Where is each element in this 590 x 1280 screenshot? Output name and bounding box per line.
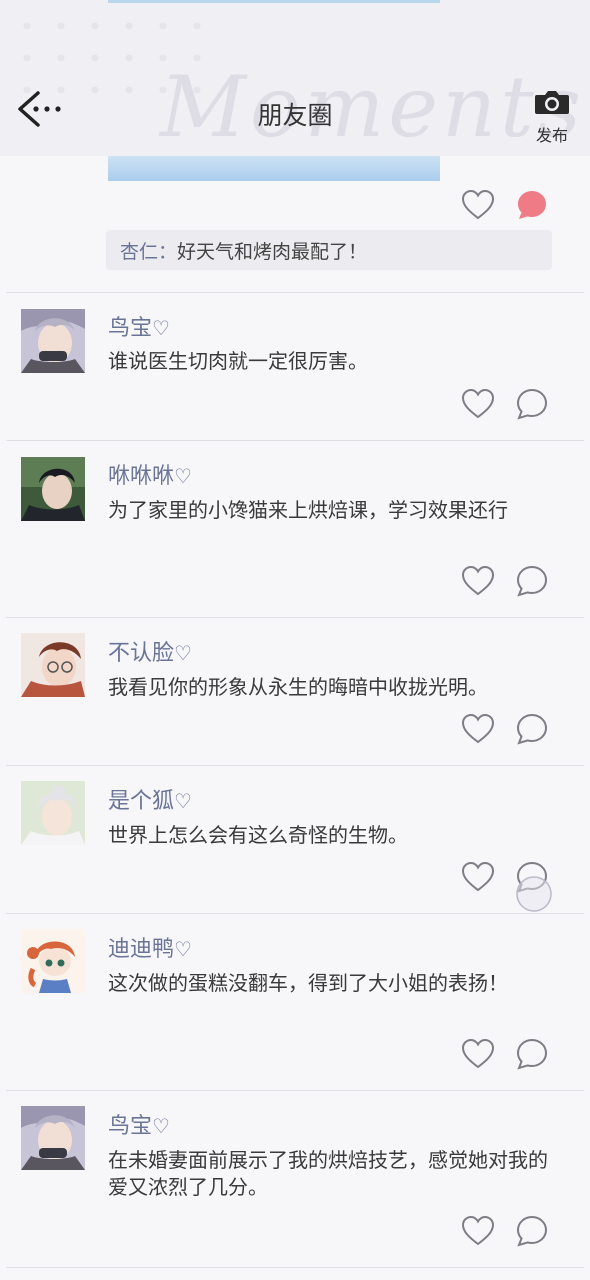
moment-post: 鸟宝♡ 在未婚妻面前展示了我的烘焙技艺，感觉她对我的爱又浓烈了几分。 — [6, 1090, 584, 1267]
comment-bubble-icon[interactable] — [514, 1213, 550, 1249]
post-author[interactable]: 是个狐♡ — [108, 783, 192, 815]
post-actions — [460, 187, 580, 227]
author-heart-symbol: ♡ — [152, 316, 170, 340]
author-name: 咻咻咻 — [108, 464, 175, 489]
post-actions — [460, 386, 580, 426]
author-name: 是个狐 — [108, 789, 175, 814]
author-heart-symbol: ♡ — [152, 1114, 170, 1138]
avatar[interactable] — [21, 309, 85, 373]
reply-author[interactable]: 杏仁 — [120, 241, 158, 263]
camera-icon — [535, 91, 569, 114]
comment-bubble-icon[interactable] — [514, 711, 550, 747]
comment-bubble-icon[interactable] — [514, 386, 550, 422]
avatar[interactable] — [21, 929, 85, 993]
avatar-silver-hair-man-image — [21, 1106, 85, 1170]
publish-button[interactable]: 发布 — [532, 88, 572, 146]
touch-indicator-icon — [516, 876, 552, 912]
comment-bubble-icon-active[interactable] — [514, 187, 550, 223]
like-heart-icon[interactable] — [460, 187, 496, 223]
post-actions — [460, 711, 580, 751]
post-text: 我看见你的形象从永生的晦暗中收拢光明。 — [108, 675, 488, 699]
comment-bubble-icon[interactable] — [514, 563, 550, 599]
avatar-silver-hair-man-image — [21, 309, 85, 373]
author-name: 迪迪鸭 — [108, 937, 175, 962]
author-heart-symbol: ♡ — [174, 789, 192, 813]
post-actions — [460, 563, 580, 603]
post-author[interactable]: 咻咻咻♡ — [108, 458, 192, 490]
post-text: 为了家里的小馋猫来上烘焙课，学习效果还行 — [108, 498, 508, 522]
author-heart-symbol: ♡ — [174, 937, 192, 961]
avatar-dark-hair-man-image — [21, 457, 85, 521]
post-author[interactable]: 迪迪鸭♡ — [108, 931, 192, 963]
author-heart-symbol: ♡ — [174, 641, 192, 665]
post-image[interactable] — [108, 155, 440, 181]
moment-post: 不认脸♡ 我看见你的形象从永生的晦暗中收拢光明。 — [6, 617, 584, 765]
moment-post: 迪迪鸭♡ 这次做的蛋糕没翻车，得到了大小姐的表扬！ — [6, 913, 584, 1090]
moment-post: 是个狐♡ 世界上怎么会有这么奇怪的生物。 — [6, 765, 584, 913]
post-text: 在未婚妻面前展示了我的烘焙技艺，感觉她对我的爱又浓烈了几分。 — [108, 1148, 548, 1199]
moment-post: 咻咻咻♡ 为了家里的小馋猫来上烘焙课，学习效果还行 — [6, 440, 584, 617]
page-title: 朋友圈 — [257, 101, 333, 130]
avatar[interactable] — [21, 633, 85, 697]
post-author[interactable]: 不认脸♡ — [108, 635, 192, 667]
author-name: 不认脸 — [108, 641, 175, 666]
scrolled-image-edge — [108, 0, 440, 3]
publish-label: 发布 — [535, 126, 568, 145]
post-author[interactable]: 鸟宝♡ — [108, 1108, 170, 1140]
post-text: 这次做的蛋糕没翻车，得到了大小姐的表扬！ — [108, 971, 508, 995]
avatar-chibi-girl-image — [21, 929, 85, 993]
moment-post: 鸟宝♡ 谁说医生切肉就一定很厉害。 — [6, 292, 584, 440]
top-bar: Moments 朋友圈 发布 — [0, 0, 590, 156]
reply-separator: ： — [158, 241, 178, 263]
divider — [6, 1267, 584, 1268]
like-heart-icon[interactable] — [460, 386, 496, 422]
post-actions — [460, 1213, 580, 1253]
post-text: 世界上怎么会有这么奇怪的生物。 — [108, 823, 408, 847]
comment-reply[interactable]: 杏仁：好天气和烤肉最配了！ — [106, 230, 552, 270]
author-name: 鸟宝 — [108, 316, 153, 341]
author-heart-symbol: ♡ — [174, 464, 192, 488]
like-heart-icon[interactable] — [460, 563, 496, 599]
author-name: 鸟宝 — [108, 1114, 153, 1139]
like-heart-icon[interactable] — [460, 859, 496, 895]
avatar-glasses-man-image — [21, 633, 85, 697]
like-heart-icon[interactable] — [460, 1213, 496, 1249]
avatar[interactable] — [21, 1106, 85, 1170]
post-author[interactable]: 鸟宝♡ — [108, 310, 170, 342]
like-heart-icon[interactable] — [460, 711, 496, 747]
reply-text: 好天气和烤肉最配了！ — [177, 241, 368, 263]
comment-bubble-icon[interactable] — [514, 1036, 550, 1072]
avatar[interactable] — [21, 457, 85, 521]
avatar-white-hair-man-image — [21, 781, 85, 845]
post-actions — [460, 1036, 580, 1076]
avatar[interactable] — [21, 781, 85, 845]
like-heart-icon[interactable] — [460, 1036, 496, 1072]
post-text: 谁说医生切肉就一定很厉害。 — [108, 349, 368, 373]
